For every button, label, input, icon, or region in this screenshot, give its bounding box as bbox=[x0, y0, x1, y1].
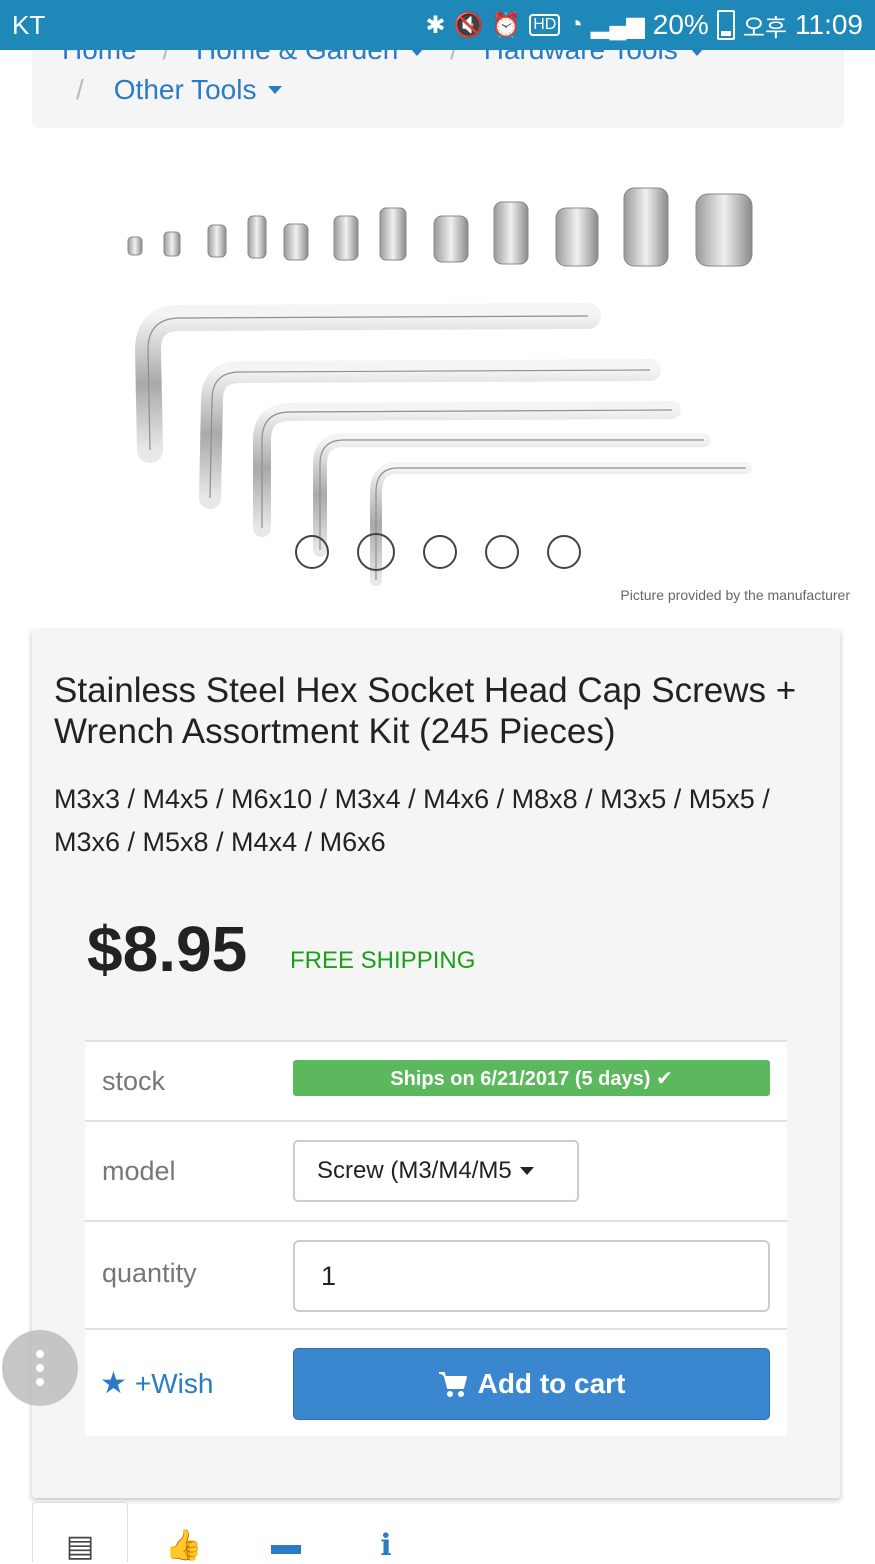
add-to-cart-label: Add to cart bbox=[477, 1368, 626, 1399]
product-variants: M3x3 / M4x5 / M6x10 / M3x4 / M4x6 / M8x8… bbox=[54, 784, 770, 857]
product-title: Stainless Steel Hex Socket Head Cap Scre… bbox=[54, 671, 797, 751]
alarm-icon: ⏰ bbox=[491, 11, 522, 39]
mute-icon: 🔇 bbox=[453, 11, 484, 39]
time-period: 오후 bbox=[742, 14, 787, 42]
detail-tabs: ▤ 👍 ▬ ℹ bbox=[32, 1502, 840, 1563]
signal-icon: ▂▄▆ bbox=[590, 11, 645, 39]
list-icon: ▤ bbox=[65, 1530, 95, 1563]
model-select-value: Screw (M3/M4/M5 bbox=[317, 1157, 512, 1184]
chevron-down-icon bbox=[268, 86, 283, 94]
stock-status-badge: Ships on 6/21/2017 (5 days) ✔ bbox=[293, 1060, 770, 1096]
chevron-down-icon bbox=[519, 1167, 534, 1175]
thumbs-up-icon: 👍 bbox=[165, 1529, 203, 1562]
dot bbox=[36, 1350, 44, 1358]
status-icons: ✱ 🔇 ⏰ HD ◔ ▂▄▆ 20% 오후 11:09 bbox=[425, 8, 863, 43]
carousel-dot[interactable] bbox=[422, 535, 457, 569]
image-credit: Picture provided by the manufacturer bbox=[620, 587, 850, 603]
bluetooth-icon: ✱ bbox=[425, 11, 446, 39]
purchase-options: stock Ships on 6/21/2017 (5 days) ✔ mode… bbox=[85, 1040, 787, 1436]
shipping-label: FREE SHIPPING bbox=[290, 947, 476, 974]
status-bar: KT ✱ 🔇 ⏰ HD ◔ ▂▄▆ 20% 오후 11:09 bbox=[0, 0, 875, 50]
tab-reviews[interactable]: 👍 bbox=[136, 1502, 232, 1562]
stock-row: stock Ships on 6/21/2017 (5 days) ✔ bbox=[85, 1040, 787, 1120]
carrier-name: KT bbox=[12, 9, 46, 40]
wish-label: +Wish bbox=[134, 1367, 214, 1399]
product-card: Stainless Steel Hex Socket Head Cap Scre… bbox=[32, 630, 840, 1498]
star-icon: ★ bbox=[100, 1367, 127, 1400]
wifi-icon: ◔ bbox=[568, 11, 583, 38]
carousel-dot[interactable] bbox=[546, 535, 581, 569]
add-to-cart-button[interactable]: Add to cart bbox=[293, 1348, 770, 1420]
quantity-input[interactable]: 1 bbox=[293, 1240, 770, 1312]
wish-button[interactable]: ★ +Wish bbox=[100, 1366, 213, 1401]
stock-label: stock bbox=[102, 1066, 166, 1096]
battery-icon bbox=[716, 10, 735, 40]
cart-icon bbox=[438, 1372, 467, 1397]
quantity-label: quantity bbox=[102, 1258, 197, 1288]
set-screws bbox=[127, 187, 753, 267]
tab-comments[interactable]: ▬ bbox=[238, 1502, 334, 1562]
model-select[interactable]: Screw (M3/M4/M5 bbox=[293, 1140, 579, 1202]
info-icon: ℹ bbox=[380, 1529, 392, 1562]
quantity-row: quantity 1 bbox=[85, 1220, 787, 1328]
product-price: $8.95 bbox=[87, 913, 248, 985]
breadcrumb-separator: / bbox=[76, 74, 84, 105]
comment-icon: ▬ bbox=[271, 1528, 301, 1561]
floating-menu-button[interactable] bbox=[2, 1330, 78, 1406]
breadcrumb-current-row: / Other Tools bbox=[76, 74, 283, 106]
tab-info[interactable]: ℹ bbox=[338, 1502, 434, 1562]
clock: 11:09 bbox=[795, 9, 863, 40]
dot bbox=[36, 1364, 44, 1372]
carousel-indicators bbox=[0, 533, 875, 571]
hd-icon: HD bbox=[529, 14, 561, 36]
dot bbox=[36, 1378, 44, 1386]
carousel-dot[interactable] bbox=[294, 535, 329, 569]
carousel-dot[interactable] bbox=[484, 535, 519, 569]
model-label: model bbox=[102, 1156, 176, 1186]
battery-percent: 20% bbox=[652, 9, 709, 40]
tab-description[interactable]: ▤ bbox=[32, 1502, 128, 1563]
cart-row: ★ +Wish Add to cart bbox=[85, 1328, 787, 1436]
carousel-dot-active[interactable] bbox=[356, 533, 395, 571]
breadcrumb-other-tools[interactable]: Other Tools bbox=[114, 74, 257, 106]
model-row: model Screw (M3/M4/M5 bbox=[85, 1120, 787, 1220]
